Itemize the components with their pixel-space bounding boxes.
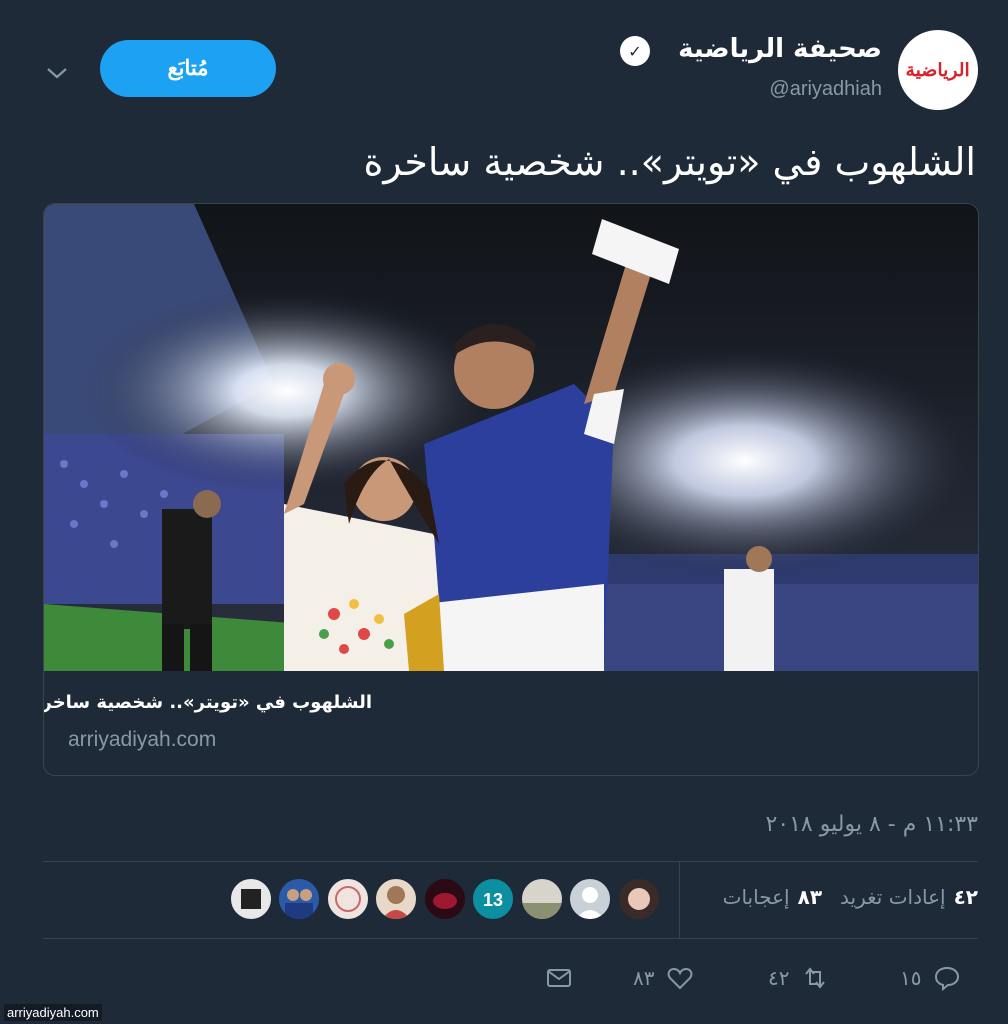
tweet-text: الشلهوب في «تويتر».. شخصية ساخرة [363,140,976,184]
avatar[interactable]: 13 [472,878,514,920]
avatar[interactable] [278,878,320,920]
avatar[interactable] [230,878,272,920]
avatar[interactable] [327,878,369,920]
likes-stat[interactable]: ٨٣ إعجابات [723,885,822,909]
card-image[interactable] [44,204,978,671]
link-card[interactable]: الشلهوب في «تويتر».. شخصية ساخرة arriyad… [43,203,979,776]
divider [43,861,978,862]
like-count: ٨٣ [633,966,655,990]
retweet-icon [805,967,826,989]
account-handle[interactable]: @ariyadhiah [769,78,882,101]
retweets-stat[interactable]: ٤٢ إعادات تغريد [840,885,978,909]
chevron-down-icon[interactable] [42,58,72,88]
tweet-timestamp[interactable]: ١١:٣٣ م - ٨ يوليو ٢٠١٨ [765,812,978,837]
display-name[interactable]: صحيفة الرياضية [678,34,882,64]
svg-text:13: 13 [483,890,503,910]
like-button[interactable]: ٨٣ [633,960,694,996]
envelope-icon [547,969,571,987]
site-watermark: arriyadiyah.com [4,1004,102,1021]
avatar-logo: الرياضية [905,59,971,81]
direct-message-button[interactable] [545,960,573,996]
likes-count: ٨٣ [797,885,823,909]
avatar[interactable] [569,878,611,920]
likes-label: إعجابات [722,885,790,909]
avatar[interactable] [375,878,417,920]
engagement-stats: ٤٢ إعادات تغريد ٨٣ إعجابات [723,885,978,909]
account-avatar[interactable]: الرياضية [898,30,978,110]
heart-icon [668,967,693,990]
card-domain[interactable]: arriyadiyah.com [68,728,216,752]
retweet-button[interactable]: ٤٢ [768,960,829,996]
reply-icon [935,966,960,992]
card-title[interactable]: الشلهوب في «تويتر».. شخصية ساخرة [44,692,372,713]
retweets-label: إعادات تغريد [840,885,946,909]
divider [679,862,680,938]
retweet-count: ٤٢ [768,966,790,990]
liker-avatars: 13 [230,878,660,920]
retweets-count: ٤٢ [953,885,978,909]
verified-badge-icon: ✓ [620,36,650,66]
divider [43,938,978,939]
avatar[interactable] [618,878,660,920]
avatar[interactable] [424,878,466,920]
avatar[interactable] [521,878,563,920]
reply-button[interactable]: ١٥ [900,960,961,996]
following-button[interactable]: مُتابَع [100,40,276,97]
reply-count: ١٥ [900,966,922,990]
